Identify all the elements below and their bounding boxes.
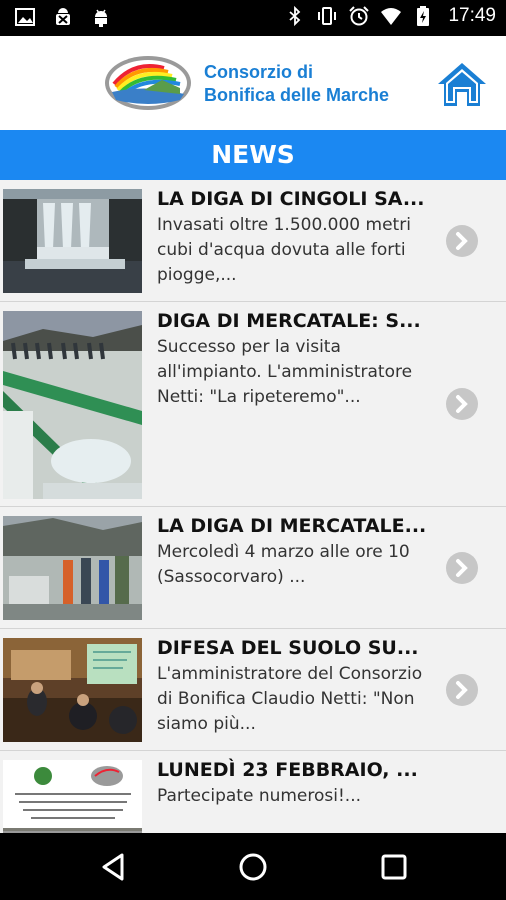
news-thumbnail [3, 516, 142, 620]
news-item[interactable]: LA DIGA DI MERCATALE... Mercoledì 4 marz… [0, 507, 506, 629]
brand-name: Consorzio di Bonifica delle Marche [204, 61, 389, 107]
brand-line-2: Bonifica delle Marche [204, 85, 390, 105]
recents-icon[interactable] [378, 851, 410, 883]
news-title: DIFESA DEL SUOLO SU... [157, 637, 419, 659]
wifi-icon [381, 8, 402, 25]
chevron-right-icon[interactable] [446, 225, 478, 257]
android-bug-icon [56, 8, 70, 25]
vibrate-icon [318, 7, 337, 25]
news-title: LUNEDÌ 23 FEBBRAIO, ... [157, 759, 418, 781]
chevron-right-icon[interactable] [446, 388, 478, 420]
news-thumbnail [3, 760, 142, 833]
chevron-right-icon[interactable] [446, 552, 478, 584]
news-thumbnail [3, 311, 142, 499]
news-item[interactable]: DIGA DI MERCATALE: S... Successo per la … [0, 302, 506, 507]
news-item[interactable]: DIFESA DEL SUOLO SU... L'amministratore … [0, 629, 506, 751]
news-section-title: NEWS [0, 130, 506, 180]
chevron-right-icon[interactable] [446, 674, 478, 706]
news-title: LA DIGA DI MERCATALE... [157, 515, 427, 537]
news-description: Invasati oltre 1.500.000 metri cubi d'ac… [157, 215, 411, 285]
news-thumbnail [3, 638, 142, 742]
brand-line-1: Consorzio di [204, 62, 313, 82]
back-icon[interactable] [98, 851, 130, 883]
news-description: Mercoledì 4 marzo alle ore 10 (Sassocorv… [157, 542, 410, 587]
news-item[interactable]: LUNEDÌ 23 FEBBRAIO, ... Partecipate nume… [0, 751, 506, 833]
system-nav-bar [0, 833, 506, 900]
news-list: LA DIGA DI CINGOLI SA... Invasati oltre … [0, 180, 506, 833]
app-header: Consorzio di Bonifica delle Marche [0, 36, 506, 130]
news-description: Successo per la visita all'impianto. L'a… [157, 337, 413, 407]
alarm-icon [349, 6, 370, 26]
consorzio-logo-icon [105, 56, 191, 110]
home-icon[interactable] [436, 60, 488, 108]
bluetooth-icon [289, 5, 301, 27]
battery-charging-icon [417, 6, 430, 26]
clock: 17:49 [448, 5, 496, 26]
news-description: L'amministratore del Consorzio di Bonifi… [157, 664, 423, 734]
news-thumbnail [3, 189, 142, 293]
home-circle-icon[interactable] [237, 851, 269, 883]
news-description: Partecipate numerosi!... [157, 786, 362, 806]
android-icon [95, 9, 107, 27]
news-title: LA DIGA DI CINGOLI SA... [157, 188, 425, 210]
news-item[interactable]: LA DIGA DI CINGOLI SA... Invasati oltre … [0, 180, 506, 302]
news-title: DIGA DI MERCATALE: S... [157, 310, 421, 332]
status-bar: 17:49 [0, 0, 506, 36]
image-icon [15, 8, 35, 26]
